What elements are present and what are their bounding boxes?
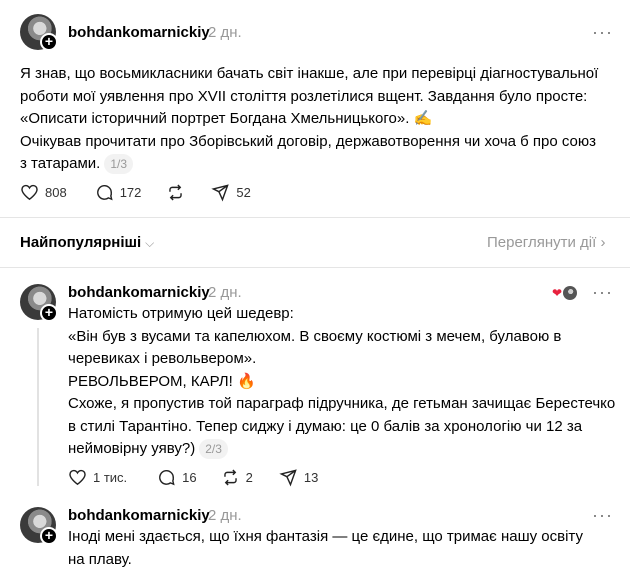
share-count: 13 xyxy=(303,470,319,485)
post-line: «Описати історичний портрет Богдана Хмел… xyxy=(20,110,433,127)
share-button[interactable]: 13 xyxy=(279,468,318,487)
reply-line: на плаву. xyxy=(68,550,132,568)
repost-button[interactable]: 2 xyxy=(221,468,253,487)
more-options-icon[interactable]: ··· xyxy=(592,506,613,524)
reply-line: черевиках і револьвером». xyxy=(68,350,257,367)
post-line: Я знав, що восьмикласники бачать світ ін… xyxy=(20,65,599,82)
author-mini-avatar xyxy=(563,286,578,300)
post-body: Я знав, що восьмикласники бачать світ ін… xyxy=(20,63,620,176)
like-count: 1 тис. xyxy=(93,470,128,485)
post-username[interactable]: bohdankomarnickiy xyxy=(68,24,210,41)
reply-line: неймовірну уяву?) xyxy=(68,440,196,457)
share-icon xyxy=(279,469,297,487)
reply-line: Натомість отримую цей шедевр: xyxy=(68,305,294,322)
thread-line xyxy=(37,328,39,486)
reply-time: 2 дн. xyxy=(208,284,242,301)
comment-count: 172 xyxy=(119,185,142,200)
repost-icon xyxy=(169,184,183,201)
sort-label: Найпопулярніші xyxy=(20,234,142,251)
post-actions: 808 172 52 xyxy=(20,183,251,202)
view-activity-label: Переглянути дії xyxy=(487,234,597,251)
repost-icon xyxy=(223,469,237,486)
like-button[interactable]: 808 xyxy=(20,183,67,202)
post-line: роботи мої уявлення про XVII століття ро… xyxy=(20,87,588,105)
post-line: Очікував прочитати про Зборівський догов… xyxy=(20,132,597,150)
chevron-down-icon: ⌵ xyxy=(145,236,155,250)
thread-pager[interactable]: 1/3 xyxy=(104,154,134,174)
reply-body: Іноді мені здається, що їхня фантазія — … xyxy=(68,526,623,570)
sort-dropdown[interactable]: Найпопулярніші ⌵ xyxy=(20,234,154,251)
divider xyxy=(0,267,630,268)
comment-button[interactable]: 172 xyxy=(95,183,142,202)
share-icon xyxy=(211,184,230,202)
reply-line: Схоже, я пропустив той параграф підручни… xyxy=(68,395,616,412)
view-activity-link[interactable]: Переглянути дії › xyxy=(487,234,605,251)
heart-filled-icon: ❤ xyxy=(552,286,563,300)
follow-plus-icon[interactable]: + xyxy=(40,33,58,51)
thread-pager[interactable]: 2/3 xyxy=(199,439,228,459)
share-count: 52 xyxy=(236,185,251,200)
divider xyxy=(0,217,630,218)
reply-line: в стилі Тарантіно. Тепер сиджу і думаю: … xyxy=(68,417,583,435)
reply-username[interactable]: bohdankomarnickiy xyxy=(68,507,210,524)
comment-icon xyxy=(159,470,175,486)
comment-count: 16 xyxy=(182,470,197,485)
follow-plus-icon[interactable]: + xyxy=(40,304,58,322)
liked-by-author: ❤ xyxy=(552,286,578,300)
repost-button[interactable] xyxy=(166,183,185,202)
comment-button[interactable]: 16 xyxy=(157,468,197,487)
post-time: 2 дн. xyxy=(208,24,242,41)
more-options-icon[interactable]: ··· xyxy=(592,23,613,41)
post-line: з татарами. xyxy=(20,155,101,172)
more-options-icon[interactable]: ··· xyxy=(592,283,613,301)
heart-icon xyxy=(21,184,38,201)
reply-line: РЕВОЛЬВЕРОМ, КАРЛ! 🔥 xyxy=(68,372,256,390)
reply-username[interactable]: bohdankomarnickiy xyxy=(68,284,210,301)
heart-icon xyxy=(69,469,86,486)
reply-time: 2 дн. xyxy=(208,507,242,524)
reply-line: Іноді мені здається, що їхня фантазія — … xyxy=(68,528,583,545)
reply-actions: 1 тис. 16 2 13 xyxy=(68,468,318,487)
follow-plus-icon[interactable]: + xyxy=(40,527,58,545)
share-button[interactable]: 52 xyxy=(211,183,251,202)
like-button[interactable]: 1 тис. xyxy=(68,468,127,487)
reply-line: «Він був з вусами та капелюхом. В своєму… xyxy=(68,327,562,345)
comment-icon xyxy=(96,185,113,201)
reply-body: Натомість отримую цей шедевр: «Він був з… xyxy=(68,303,623,461)
post-line-last: з татарами. 1/3 xyxy=(20,153,620,176)
repost-count: 2 xyxy=(245,470,253,485)
like-count: 808 xyxy=(45,185,67,200)
reply-line-last: неймовірну уяву?) 2/3 xyxy=(68,438,623,461)
chevron-right-icon: › xyxy=(600,234,606,251)
